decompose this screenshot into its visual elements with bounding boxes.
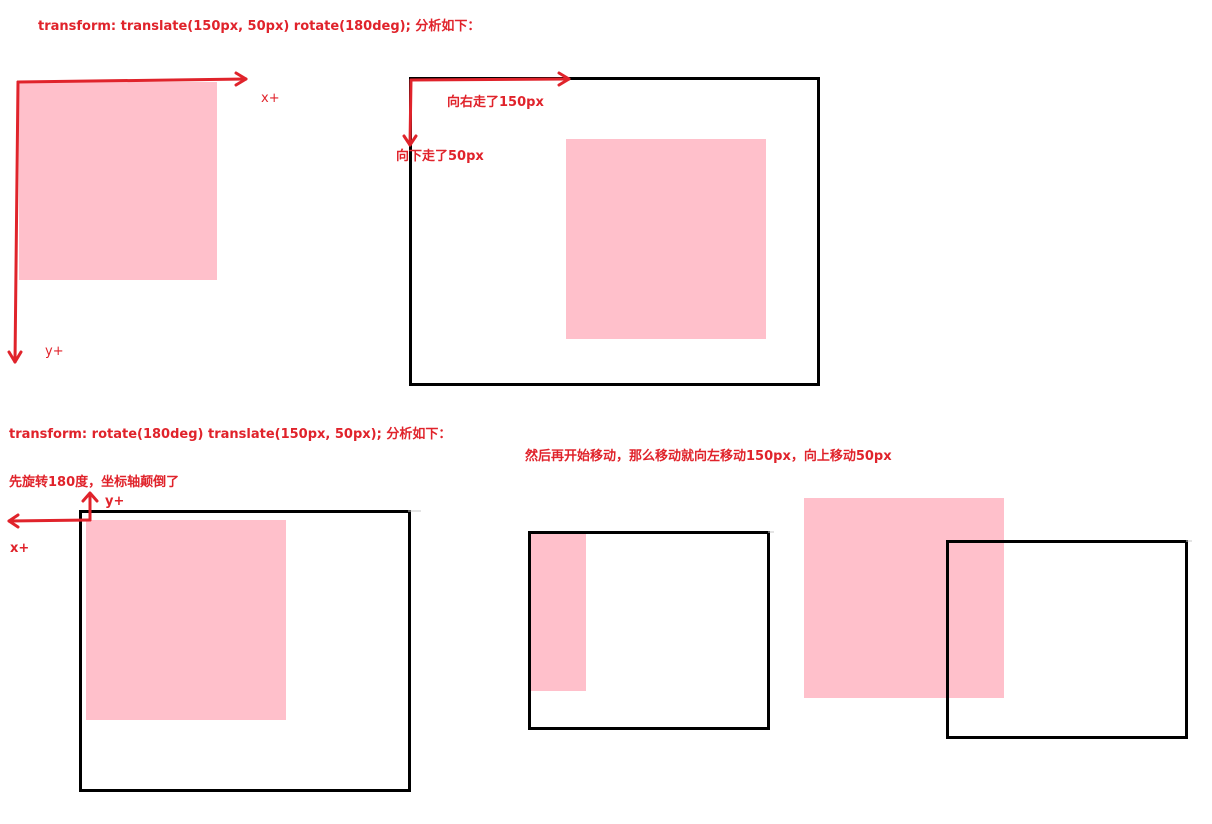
top-x-axis-label: x+	[261, 91, 280, 106]
rotated-x-axis-label: x+	[10, 541, 30, 556]
partial-pink-box	[531, 534, 586, 691]
top-x-axis-arrowhead	[234, 71, 248, 87]
rotated-pink-box	[86, 520, 286, 720]
rotated-x-axis-arrow	[7, 518, 92, 523]
final-frame	[946, 540, 1188, 739]
top-y-axis-arrowhead	[7, 350, 23, 364]
bottom-title: transform: rotate(180deg) translate(150p…	[9, 427, 452, 442]
rotated-y-axis-arrowhead	[81, 491, 99, 503]
move-note: 然后再开始移动，那么移动就向左移动150px，向上移动50px	[525, 449, 892, 464]
move-right-label: 向右走了150px	[447, 95, 544, 110]
rotated-y-axis-label: y+	[105, 494, 125, 509]
translated-pink-box	[566, 139, 766, 339]
top-title: transform: translate(150px, 50px) rotate…	[38, 19, 481, 34]
top-y-axis-label: y+	[45, 344, 64, 359]
original-pink-box	[19, 82, 217, 280]
move-down-label: 向下走了50px	[396, 149, 484, 164]
rotated-x-axis-arrowhead	[7, 513, 20, 529]
top-y-axis-arrow	[13, 80, 20, 364]
rotate-first-label: 先旋转180度，坐标轴颠倒了	[9, 475, 180, 490]
